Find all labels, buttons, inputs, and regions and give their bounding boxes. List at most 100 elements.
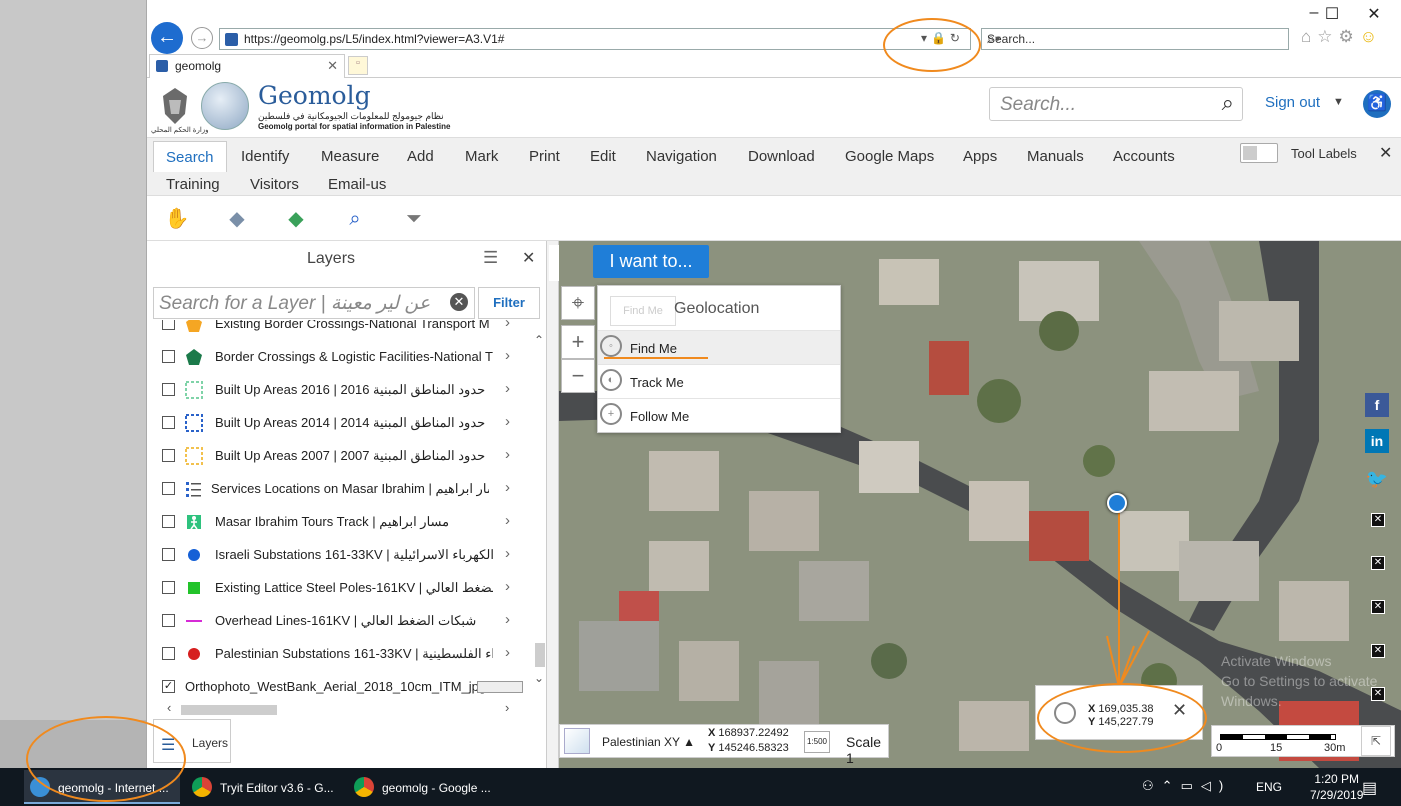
gear-icon[interactable]: ⚙ (1339, 27, 1360, 46)
scroll-thumb[interactable] (535, 643, 545, 667)
layer-row[interactable]: Services Locations on Masar Ibrahim | مس… (147, 473, 533, 506)
hamburger-icon[interactable]: ☰ (483, 248, 498, 268)
layer-row[interactable]: Existing Border Crossings-National Trans… (147, 320, 533, 341)
linkedin-icon[interactable]: in (1365, 429, 1389, 453)
layer-horizontal-scrollbar[interactable]: ‹ › (167, 700, 515, 718)
layer-checkbox[interactable] (162, 350, 175, 363)
clear-search-icon[interactable]: ✕ (450, 293, 468, 311)
back-button[interactable]: ← (151, 22, 183, 54)
close-icon[interactable]: ✕ (1371, 556, 1385, 570)
filter-button[interactable]: Filter (478, 287, 540, 319)
menu-identify[interactable]: Identify (241, 148, 289, 165)
scroll-right-icon[interactable]: › (505, 700, 509, 715)
scale-label[interactable]: Scale 1 (846, 734, 888, 766)
zoom-out-button[interactable]: − (561, 359, 595, 393)
layer-row[interactable]: Israeli Substations 161-33KV | ل الكهربا… (147, 539, 533, 572)
current-location-marker[interactable] (1107, 493, 1127, 513)
tool-labels-toggle[interactable] (1240, 143, 1278, 163)
chevron-right-icon[interactable]: › (505, 446, 510, 463)
layer-checkbox-checked[interactable]: ✓ (162, 680, 175, 693)
layer-green-icon[interactable]: ◆ (283, 206, 309, 232)
chevron-right-icon[interactable]: › (505, 545, 510, 562)
chevron-right-icon[interactable]: › (505, 578, 510, 595)
layer-checkbox[interactable] (162, 515, 175, 528)
scale-icon[interactable]: 1:500 (804, 731, 830, 753)
layer-checkbox[interactable] (162, 482, 175, 495)
layer-row[interactable]: Masar Ibrahim Tours Track | مسار ابراهيم… (147, 506, 533, 539)
scroll-thumb[interactable] (181, 705, 277, 715)
follow-me-item[interactable]: + Follow Me (598, 398, 840, 432)
language-indicator[interactable]: ENG (1256, 780, 1282, 794)
layer-row[interactable]: Built Up Areas 2016 | 2016 حدود المناطق … (147, 374, 533, 407)
address-url[interactable]: https://geomolg.ps/L5/index.html?viewer=… (244, 32, 504, 46)
find-me-item[interactable]: ◦ Find Me (598, 330, 840, 364)
scroll-up-icon[interactable]: ⌃ (534, 333, 544, 347)
search-icon[interactable]: ⌕▾ (987, 30, 1278, 47)
accessibility-icon[interactable]: ♿ (1363, 90, 1391, 118)
identify-magnifier-icon[interactable]: ⌕ (342, 206, 368, 232)
app-search-box[interactable]: Search... ⌕ (989, 87, 1243, 121)
menu-download[interactable]: Download (748, 148, 815, 165)
expand-icon[interactable]: ⇱ (1361, 726, 1391, 756)
layer-grey-icon[interactable]: ◆ (224, 206, 250, 232)
chevron-right-icon[interactable]: › (505, 512, 510, 529)
menu-search[interactable]: Search (153, 141, 227, 172)
network-icon[interactable]: ▭ (1181, 778, 1201, 793)
search-icon[interactable]: ⌕ (1222, 90, 1234, 116)
chevron-right-icon[interactable]: › (505, 347, 510, 364)
menu-email-us[interactable]: Email-us (328, 176, 386, 193)
menu-edit[interactable]: Edit (590, 148, 616, 165)
menu-print[interactable]: Print (529, 148, 560, 165)
i-want-to-button[interactable]: I want to... (593, 245, 709, 278)
menu-navigation[interactable]: Navigation (646, 148, 717, 165)
people-icon[interactable]: ⚇ (1142, 778, 1162, 793)
clock[interactable]: 1:20 PM 7/29/2019 (1310, 771, 1363, 803)
scroll-down-icon[interactable]: ⌄ (534, 671, 544, 685)
address-bar[interactable]: https://geomolg.ps/L5/index.html?viewer=… (219, 28, 971, 50)
tab-geomolg[interactable]: geomolg ✕ (149, 54, 345, 78)
chevron-right-icon[interactable]: › (505, 380, 510, 397)
layer-checkbox[interactable] (162, 449, 175, 462)
close-icon[interactable]: ✕ (522, 248, 535, 268)
layer-row[interactable]: Built Up Areas 2014 | 2014 حدود المناطق … (147, 407, 533, 440)
new-tab-button[interactable]: ▫ (348, 56, 368, 75)
menu-manuals[interactable]: Manuals (1027, 148, 1084, 165)
system-tray[interactable]: ⚇⌃▭◁) (1142, 778, 1231, 794)
chevron-right-icon[interactable]: › (505, 320, 510, 331)
star-icon[interactable]: ☆ (1317, 27, 1338, 46)
close-icon[interactable]: ✕ (1379, 143, 1392, 163)
chevron-down-icon[interactable]: ▼ (1333, 96, 1344, 108)
zoom-in-button[interactable]: + (561, 325, 595, 359)
menu-apps[interactable]: Apps (963, 148, 997, 165)
grid-icon[interactable] (564, 728, 590, 754)
taskbar-chrome-geomolg-button[interactable]: geomolg - Google ... (348, 770, 504, 804)
home-icon[interactable]: ⌂ (1301, 27, 1317, 46)
pan-hand-icon[interactable]: ✋ (164, 206, 190, 232)
twitter-icon[interactable]: 🐦 (1365, 467, 1389, 491)
layer-checkbox[interactable] (162, 320, 175, 330)
menu-mark[interactable]: Mark (465, 148, 498, 165)
chevron-right-icon[interactable]: › (505, 479, 510, 496)
layer-checkbox[interactable] (162, 647, 175, 660)
menu-visitors[interactable]: Visitors (250, 176, 299, 193)
layer-row[interactable]: Border Crossings & Logistic Facilities-N… (147, 341, 533, 374)
chevron-right-icon[interactable]: › (505, 611, 510, 628)
forward-button[interactable]: → (191, 27, 213, 49)
layer-row[interactable]: ✓ Orthophoto_WestBank_Aerial_2018_10cm_I… (147, 671, 533, 700)
close-icon[interactable]: ✕ (1371, 513, 1385, 527)
menu-accounts[interactable]: Accounts (1113, 148, 1175, 165)
chevron-right-icon[interactable]: › (505, 644, 510, 661)
taskbar-chrome-tryit-button[interactable]: Tryit Editor v3.6 - G... (186, 770, 342, 804)
layer-row[interactable]: Palestinian Substations 161-33KV | اء ال… (147, 638, 533, 671)
smiley-icon[interactable]: ☺ (1360, 27, 1383, 46)
volume-icon[interactable]: ◁) (1201, 778, 1231, 793)
menu-measure[interactable]: Measure (321, 148, 379, 165)
notification-icon[interactable]: ▤ (1362, 778, 1377, 798)
close-icon[interactable]: ✕ (1371, 600, 1385, 614)
facebook-icon[interactable]: f (1365, 393, 1389, 417)
filter-funnel-icon[interactable]: ⏷ (401, 206, 427, 232)
layer-checkbox[interactable] (162, 383, 175, 396)
projection-selector[interactable]: Palestinian XY ▲ (602, 735, 695, 749)
layer-checkbox[interactable] (162, 416, 175, 429)
layer-vertical-scrollbar[interactable]: ⌃ ⌄ (533, 333, 547, 685)
